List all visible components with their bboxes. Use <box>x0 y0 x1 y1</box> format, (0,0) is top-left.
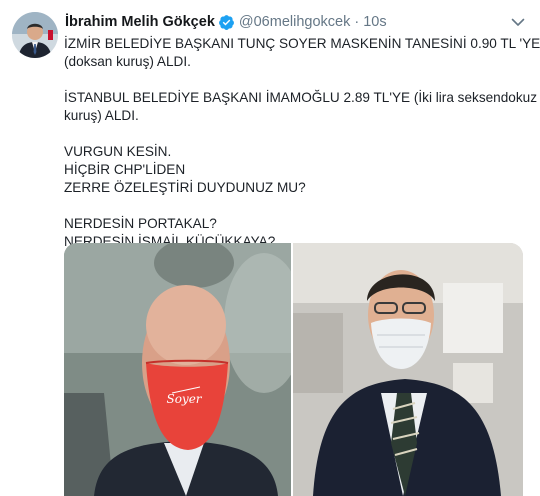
mask-logo-text: Soyer <box>166 392 202 406</box>
photo-man-white-mask <box>293 243 523 496</box>
display-name[interactable]: İbrahim Melih Gökçek <box>65 14 215 30</box>
photo-left[interactable]: Soyer <box>64 243 291 496</box>
tweet-line: İZMİR BELEDİYE BAŞKANI TUNÇ SOYER MASKEN… <box>64 36 540 51</box>
separator-dot: · <box>354 14 360 30</box>
tweet-line: İSTANBUL BELEDİYE BAŞKANI İMAMOĞLU 2.89 … <box>64 90 538 105</box>
tweet-media[interactable]: Soyer <box>64 243 523 496</box>
chevron-down-icon <box>511 18 525 26</box>
more-options-button[interactable] <box>508 12 528 32</box>
tweet-line: ZERRE ÖZELEŞTİRİ DUYDUNUZ MU? <box>64 180 306 195</box>
tweet-header: İbrahim Melih Gökçek @06melihgokcek · 10… <box>65 12 387 32</box>
tweet-line: NERDESİN PORTAKAL? <box>64 216 217 231</box>
tweet[interactable]: İbrahim Melih Gökçek @06melihgokcek · 10… <box>0 0 540 496</box>
tweet-line: (doksan kuruş) ALDI. <box>64 54 191 69</box>
author-handle[interactable]: @06melihgokcek <box>239 14 350 30</box>
verified-badge-icon <box>218 14 235 31</box>
tweet-text: İZMİR BELEDİYE BAŞKANI TUNÇ SOYER MASKEN… <box>64 35 540 251</box>
photo-man-red-mask: Soyer <box>64 243 291 496</box>
avatar[interactable] <box>12 12 58 58</box>
photo-right[interactable] <box>293 243 523 496</box>
avatar-image <box>12 12 58 58</box>
tweet-line: kuruş) ALDI. <box>64 108 139 123</box>
timestamp[interactable]: 10s <box>363 14 386 30</box>
tweet-line: HİÇBİR CHP'LİDEN <box>64 162 186 177</box>
tweet-line: VURGUN KESİN. <box>64 144 172 159</box>
